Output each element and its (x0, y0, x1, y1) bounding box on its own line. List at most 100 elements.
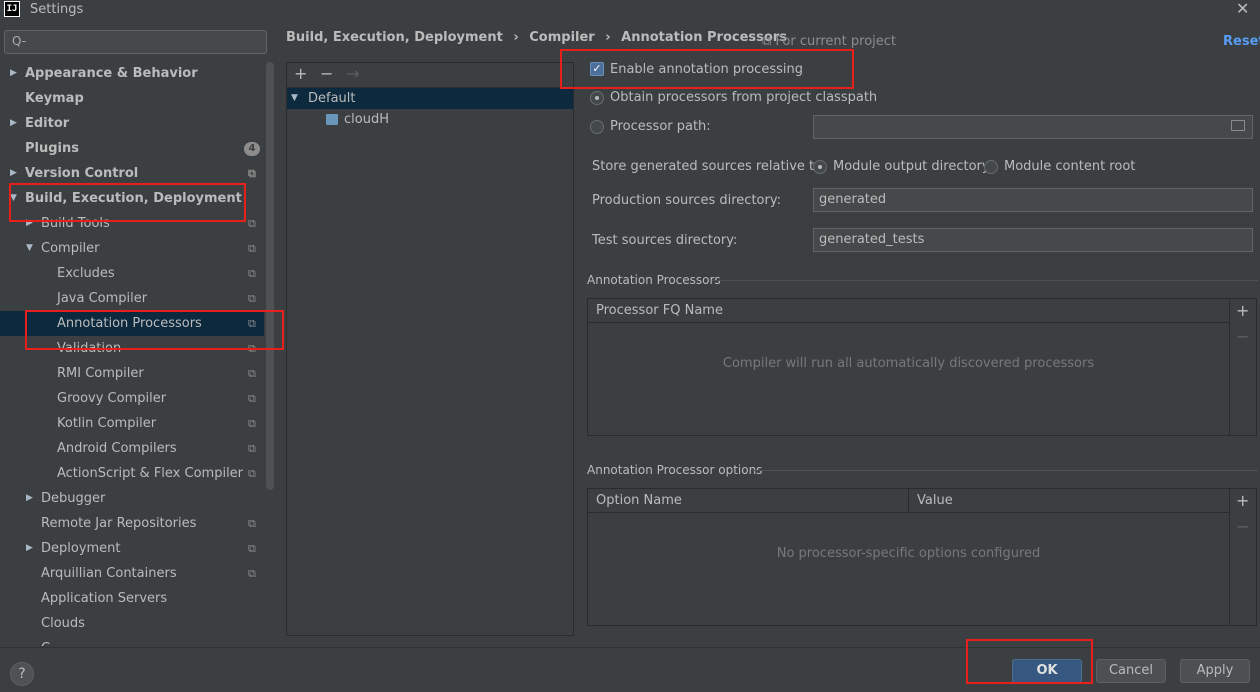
production-sources-label: Production sources directory: (592, 193, 781, 208)
project-scope-icon: ⧉ (248, 167, 256, 180)
processor-path-label[interactable]: Processor path: (610, 119, 711, 134)
cancel-button[interactable]: Cancel (1096, 659, 1166, 683)
project-scope-icon: ⧉ (248, 292, 256, 305)
remove-processor-button[interactable]: − (1236, 327, 1249, 346)
sidebar-item-excludes[interactable]: Excludes ⧉ (0, 261, 264, 286)
option-name-column[interactable]: Option Name (596, 489, 682, 512)
window-title: Settings (30, 2, 84, 17)
processor-fq-name-column[interactable]: Processor FQ Name (596, 299, 723, 322)
intellij-app-icon: IJ (4, 1, 20, 17)
processor-path-field[interactable] (813, 115, 1253, 139)
project-scope-icon: ⧉ (248, 217, 256, 230)
sidebar-item-keymap[interactable]: Keymap (0, 86, 264, 111)
breadcrumb-separator: › (513, 30, 519, 45)
annotation-highlight-box (560, 49, 854, 89)
browse-folder-icon[interactable] (1231, 120, 1245, 131)
reset-link[interactable]: Reset (1223, 34, 1260, 49)
project-scope-icon: ⧉ (248, 242, 256, 255)
section-divider (752, 470, 1258, 471)
expand-arrow-icon[interactable]: ▶ (26, 536, 33, 561)
module-output-directory-label[interactable]: Module output directory (833, 159, 990, 174)
sidebar-item-arquillian-containers[interactable]: Arquillian Containers ⧉ (0, 561, 264, 586)
expand-arrow-icon[interactable]: ▶ (10, 61, 17, 86)
breadcrumb-item[interactable]: Build, Execution, Deployment (286, 30, 503, 45)
profiles-toolbar: + − → (287, 63, 573, 87)
sidebar-item-android-compilers[interactable]: Android Compilers ⧉ (0, 436, 264, 461)
processor-options-section-title: Annotation Processor options (587, 463, 763, 477)
breadcrumb-item[interactable]: Compiler (529, 30, 594, 45)
module-output-directory-radio[interactable] (813, 160, 827, 174)
module-content-root-radio[interactable] (984, 160, 998, 174)
remove-profile-button[interactable]: − (320, 64, 333, 83)
sidebar-item-plugins[interactable]: Plugins 4 (0, 136, 264, 161)
options-empty-text: No processor-specific options configured (776, 546, 1041, 561)
annotation-highlight-box (966, 639, 1093, 684)
project-scope-icon: ⧉ (248, 442, 256, 455)
test-sources-label: Test sources directory: (592, 233, 738, 248)
settings-search-input[interactable]: Q- (4, 30, 267, 54)
obtain-from-classpath-radio[interactable] (590, 91, 604, 105)
project-scope-icon: ⧉ (248, 367, 256, 380)
help-button[interactable]: ? (10, 662, 34, 686)
project-scope-icon: ⧉ (762, 34, 776, 49)
add-profile-button[interactable]: + (294, 64, 307, 83)
move-profile-button[interactable]: → (346, 64, 359, 83)
sidebar-item-cutoff[interactable]: C... (0, 636, 264, 646)
add-processor-button[interactable]: + (1236, 301, 1249, 320)
processors-table-header: Processor FQ Name (588, 299, 1229, 323)
search-icon: Q- (12, 34, 27, 48)
annotation-highlight-box (25, 310, 284, 350)
project-scope-icon: ⧉ (248, 542, 256, 555)
sidebar-item-debugger[interactable]: ▶ Debugger (0, 486, 264, 511)
sidebar-item-deployment[interactable]: ▶ Deployment ⧉ (0, 536, 264, 561)
sidebar-item-rmi-compiler[interactable]: RMI Compiler ⧉ (0, 361, 264, 386)
expand-arrow-icon[interactable]: ▶ (10, 111, 17, 136)
collapse-arrow-icon[interactable]: ▼ (291, 88, 298, 109)
profile-module-cloudh[interactable]: cloudH (287, 109, 573, 130)
expand-arrow-icon[interactable]: ▶ (26, 486, 33, 511)
sidebar-item-java-compiler[interactable]: Java Compiler ⧉ (0, 286, 264, 311)
sidebar-item-kotlin-compiler[interactable]: Kotlin Compiler ⧉ (0, 411, 264, 436)
processors-empty-text: Compiler will run all automatically disc… (722, 356, 1095, 371)
table-divider (1229, 489, 1230, 625)
title-bar: IJ Settings ✕ (0, 0, 1260, 20)
remove-option-button[interactable]: − (1236, 517, 1249, 536)
value-column[interactable]: Value (917, 489, 953, 512)
project-scope-icon: ⧉ (248, 567, 256, 580)
plugins-update-badge: 4 (244, 142, 260, 156)
add-option-button[interactable]: + (1236, 491, 1249, 510)
module-content-root-label[interactable]: Module content root (1004, 159, 1135, 174)
project-scope-icon: ⧉ (248, 467, 256, 480)
processor-path-radio[interactable] (590, 120, 604, 134)
production-sources-input[interactable]: generated (813, 188, 1253, 212)
sidebar-item-compiler[interactable]: ▼ Compiler ⧉ (0, 236, 264, 261)
sidebar-item-groovy-compiler[interactable]: Groovy Compiler ⧉ (0, 386, 264, 411)
processors-table[interactable]: Processor FQ Name Compiler will run all … (587, 298, 1257, 436)
sidebar-scrollbar[interactable] (266, 62, 274, 490)
sidebar-item-editor[interactable]: ▶ Editor (0, 111, 264, 136)
project-scope-icon: ⧉ (248, 517, 256, 530)
profile-default[interactable]: ▼ Default (287, 88, 573, 109)
processor-profiles-panel: + − → ▼ Default cloudH (286, 62, 574, 636)
section-divider (712, 280, 1258, 281)
project-scope-icon: ⧉ (248, 392, 256, 405)
annotation-highlight-box (9, 183, 246, 222)
sidebar-item-appearance[interactable]: ▶ Appearance & Behavior (0, 61, 264, 86)
breadcrumb-separator: › (605, 30, 611, 45)
table-divider (1229, 299, 1230, 435)
sidebar-item-clouds[interactable]: Clouds (0, 611, 264, 636)
apply-button[interactable]: Apply (1180, 659, 1250, 683)
sidebar-item-remote-jar-repositories[interactable]: Remote Jar Repositories ⧉ (0, 511, 264, 536)
scope-label: ⧉ For current project (762, 34, 897, 49)
sidebar-item-actionscript-flex-compiler[interactable]: ActionScript & Flex Compiler ⧉ (0, 461, 264, 486)
collapse-arrow-icon[interactable]: ▼ (26, 236, 33, 261)
breadcrumb: Build, Execution, Deployment › Compiler … (286, 30, 793, 45)
module-folder-icon (326, 114, 338, 125)
options-table[interactable]: Option Name Value No processor-specific … (587, 488, 1257, 626)
close-icon[interactable]: ✕ (1236, 0, 1249, 18)
profiles-tree: ▼ Default cloudH (287, 87, 573, 635)
obtain-from-classpath-label[interactable]: Obtain processors from project classpath (610, 90, 877, 105)
store-generated-label: Store generated sources relative to: (592, 159, 827, 174)
test-sources-input[interactable]: generated_tests (813, 228, 1253, 252)
sidebar-item-application-servers[interactable]: Application Servers (0, 586, 264, 611)
